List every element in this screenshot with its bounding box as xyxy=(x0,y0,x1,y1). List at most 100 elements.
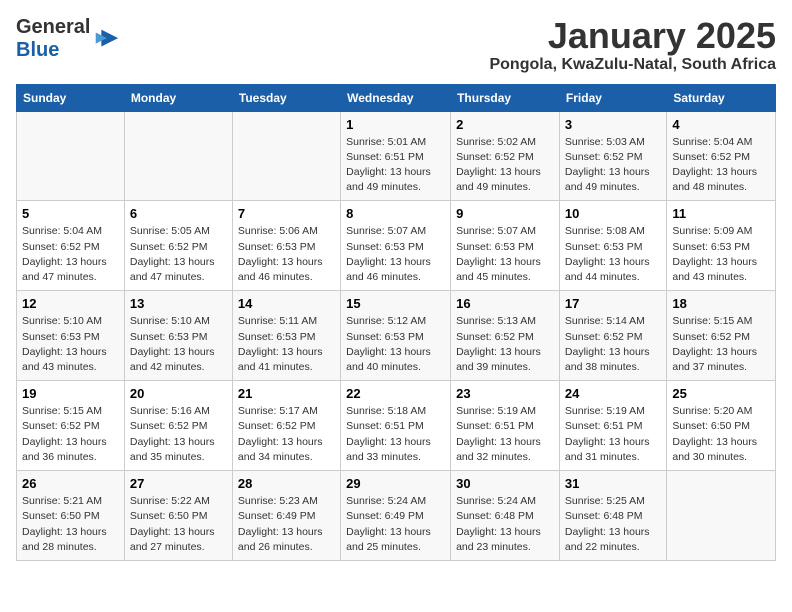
calendar-cell: 23Sunrise: 5:19 AMSunset: 6:51 PMDayligh… xyxy=(451,381,560,471)
day-info: Sunrise: 5:13 AMSunset: 6:52 PMDaylight:… xyxy=(456,314,554,375)
day-number: 5 xyxy=(22,206,119,221)
day-number: 18 xyxy=(672,296,770,311)
calendar-cell: 13Sunrise: 5:10 AMSunset: 6:53 PMDayligh… xyxy=(124,291,232,381)
weekday-header-monday: Monday xyxy=(124,84,232,111)
calendar-cell: 6 Sunrise: 5:05 AMSunset: 6:52 PMDaylight… xyxy=(124,201,232,291)
day-number: 12 xyxy=(22,296,119,311)
weekday-header-row: SundayMondayTuesdayWednesdayThursdayFrid… xyxy=(17,84,776,111)
day-number: 29 xyxy=(346,476,445,491)
weekday-header-friday: Friday xyxy=(559,84,666,111)
calendar-cell: 7Sunrise: 5:06 AMSunset: 6:53 PMDaylight… xyxy=(232,201,340,291)
page-header: General Blue January 2025 Pongola, KwaZu… xyxy=(16,16,776,74)
day-info: Sunrise: 5:22 AMSunset: 6:50 PMDaylight:… xyxy=(130,494,227,555)
day-number: 28 xyxy=(238,476,335,491)
day-info: Sunrise: 5:02 AMSunset: 6:52 PMDaylight:… xyxy=(456,135,554,196)
day-number: 11 xyxy=(672,206,770,221)
day-number: 27 xyxy=(130,476,227,491)
calendar-cell: 19 Sunrise: 5:15 AMSunset: 6:52 PMDayligh… xyxy=(17,381,125,471)
day-number: 17 xyxy=(565,296,661,311)
calendar-week-4: 19 Sunrise: 5:15 AMSunset: 6:52 PMDayligh… xyxy=(17,381,776,471)
day-number: 14 xyxy=(238,296,335,311)
day-number: 3 xyxy=(565,117,661,132)
calendar-cell: 9Sunrise: 5:07 AMSunset: 6:53 PMDaylight… xyxy=(451,201,560,291)
day-info: Sunrise: 5:05 AMSunset: 6:52 PMDaylight:… xyxy=(130,224,227,285)
weekday-header-thursday: Thursday xyxy=(451,84,560,111)
calendar-cell: 21Sunrise: 5:17 AMSunset: 6:52 PMDayligh… xyxy=(232,381,340,471)
day-info: Sunrise: 5:18 AMSunset: 6:51 PMDaylight:… xyxy=(346,404,445,465)
logo-blue: Blue xyxy=(16,39,59,61)
calendar-cell: 18Sunrise: 5:15 AMSunset: 6:52 PMDayligh… xyxy=(667,291,776,381)
day-number: 20 xyxy=(130,386,227,401)
day-info: Sunrise: 5:12 AMSunset: 6:53 PMDaylight:… xyxy=(346,314,445,375)
logo-text: General Blue xyxy=(16,16,90,62)
day-info: Sunrise: 5:03 AMSunset: 6:52 PMDaylight:… xyxy=(565,135,661,196)
calendar-cell xyxy=(667,471,776,561)
calendar-cell: 3 Sunrise: 5:03 AMSunset: 6:52 PMDaylight… xyxy=(559,111,666,201)
day-number: 16 xyxy=(456,296,554,311)
calendar-week-2: 5Sunrise: 5:04 AMSunset: 6:52 PMDaylight… xyxy=(17,201,776,291)
calendar-cell: 25 Sunrise: 5:20 AMSunset: 6:50 PMDayligh… xyxy=(667,381,776,471)
title-block: January 2025 Pongola, KwaZulu-Natal, Sou… xyxy=(489,16,776,74)
calendar-cell: 31 Sunrise: 5:25 AMSunset: 6:48 PMDayligh… xyxy=(559,471,666,561)
day-number: 1 xyxy=(346,117,445,132)
calendar-cell: 1 Sunrise: 5:01 AMSunset: 6:51 PMDaylight… xyxy=(341,111,451,201)
day-number: 22 xyxy=(346,386,445,401)
calendar-cell: 11 Sunrise: 5:09 AMSunset: 6:53 PMDayligh… xyxy=(667,201,776,291)
calendar-cell: 2 Sunrise: 5:02 AMSunset: 6:52 PMDaylight… xyxy=(451,111,560,201)
calendar-cell: 8Sunrise: 5:07 AMSunset: 6:53 PMDaylight… xyxy=(341,201,451,291)
day-number: 4 xyxy=(672,117,770,132)
calendar-cell: 22 Sunrise: 5:18 AMSunset: 6:51 PMDayligh… xyxy=(341,381,451,471)
calendar-cell: 12 Sunrise: 5:10 AMSunset: 6:53 PMDayligh… xyxy=(17,291,125,381)
day-number: 31 xyxy=(565,476,661,491)
day-number: 26 xyxy=(22,476,119,491)
day-info: Sunrise: 5:25 AMSunset: 6:48 PMDaylight:… xyxy=(565,494,661,555)
day-info: Sunrise: 5:06 AMSunset: 6:53 PMDaylight:… xyxy=(238,224,335,285)
calendar-cell xyxy=(124,111,232,201)
logo: General Blue xyxy=(16,16,120,62)
day-number: 8 xyxy=(346,206,445,221)
day-info: Sunrise: 5:11 AMSunset: 6:53 PMDaylight:… xyxy=(238,314,335,375)
calendar-cell: 15 Sunrise: 5:12 AMSunset: 6:53 PMDayligh… xyxy=(341,291,451,381)
weekday-header-saturday: Saturday xyxy=(667,84,776,111)
calendar-cell: 26Sunrise: 5:21 AMSunset: 6:50 PMDayligh… xyxy=(17,471,125,561)
calendar-cell: 24 Sunrise: 5:19 AMSunset: 6:51 PMDayligh… xyxy=(559,381,666,471)
day-info: Sunrise: 5:24 AMSunset: 6:49 PMDaylight:… xyxy=(346,494,445,555)
day-number: 10 xyxy=(565,206,661,221)
calendar-cell: 29 Sunrise: 5:24 AMSunset: 6:49 PMDayligh… xyxy=(341,471,451,561)
day-number: 15 xyxy=(346,296,445,311)
day-number: 6 xyxy=(130,206,227,221)
calendar-table: SundayMondayTuesdayWednesdayThursdayFrid… xyxy=(16,84,776,561)
day-info: Sunrise: 5:01 AMSunset: 6:51 PMDaylight:… xyxy=(346,135,445,196)
day-number: 2 xyxy=(456,117,554,132)
day-number: 25 xyxy=(672,386,770,401)
logo-general: General xyxy=(16,16,90,38)
month-title: January 2025 xyxy=(489,16,776,56)
day-info: Sunrise: 5:09 AMSunset: 6:53 PMDaylight:… xyxy=(672,224,770,285)
day-info: Sunrise: 5:23 AMSunset: 6:49 PMDaylight:… xyxy=(238,494,335,555)
calendar-cell: 17 Sunrise: 5:14 AMSunset: 6:52 PMDayligh… xyxy=(559,291,666,381)
day-number: 30 xyxy=(456,476,554,491)
day-info: Sunrise: 5:10 AMSunset: 6:53 PMDaylight:… xyxy=(22,314,119,375)
calendar-cell xyxy=(232,111,340,201)
calendar-cell: 28 Sunrise: 5:23 AMSunset: 6:49 PMDayligh… xyxy=(232,471,340,561)
calendar-week-5: 26Sunrise: 5:21 AMSunset: 6:50 PMDayligh… xyxy=(17,471,776,561)
day-number: 13 xyxy=(130,296,227,311)
calendar-week-3: 12 Sunrise: 5:10 AMSunset: 6:53 PMDayligh… xyxy=(17,291,776,381)
calendar-week-1: 1 Sunrise: 5:01 AMSunset: 6:51 PMDaylight… xyxy=(17,111,776,201)
day-number: 19 xyxy=(22,386,119,401)
calendar-body: 1 Sunrise: 5:01 AMSunset: 6:51 PMDaylight… xyxy=(17,111,776,560)
day-info: Sunrise: 5:07 AMSunset: 6:53 PMDaylight:… xyxy=(456,224,554,285)
day-info: Sunrise: 5:19 AMSunset: 6:51 PMDaylight:… xyxy=(565,404,661,465)
day-info: Sunrise: 5:24 AMSunset: 6:48 PMDaylight:… xyxy=(456,494,554,555)
day-number: 24 xyxy=(565,386,661,401)
day-info: Sunrise: 5:08 AMSunset: 6:53 PMDaylight:… xyxy=(565,224,661,285)
logo-icon xyxy=(92,25,120,53)
day-number: 21 xyxy=(238,386,335,401)
calendar-cell: 27 Sunrise: 5:22 AMSunset: 6:50 PMDayligh… xyxy=(124,471,232,561)
calendar-cell: 14 Sunrise: 5:11 AMSunset: 6:53 PMDayligh… xyxy=(232,291,340,381)
day-info: Sunrise: 5:15 AMSunset: 6:52 PMDaylight:… xyxy=(22,404,119,465)
weekday-header-sunday: Sunday xyxy=(17,84,125,111)
day-info: Sunrise: 5:20 AMSunset: 6:50 PMDaylight:… xyxy=(672,404,770,465)
calendar-cell: 5Sunrise: 5:04 AMSunset: 6:52 PMDaylight… xyxy=(17,201,125,291)
day-info: Sunrise: 5:14 AMSunset: 6:52 PMDaylight:… xyxy=(565,314,661,375)
